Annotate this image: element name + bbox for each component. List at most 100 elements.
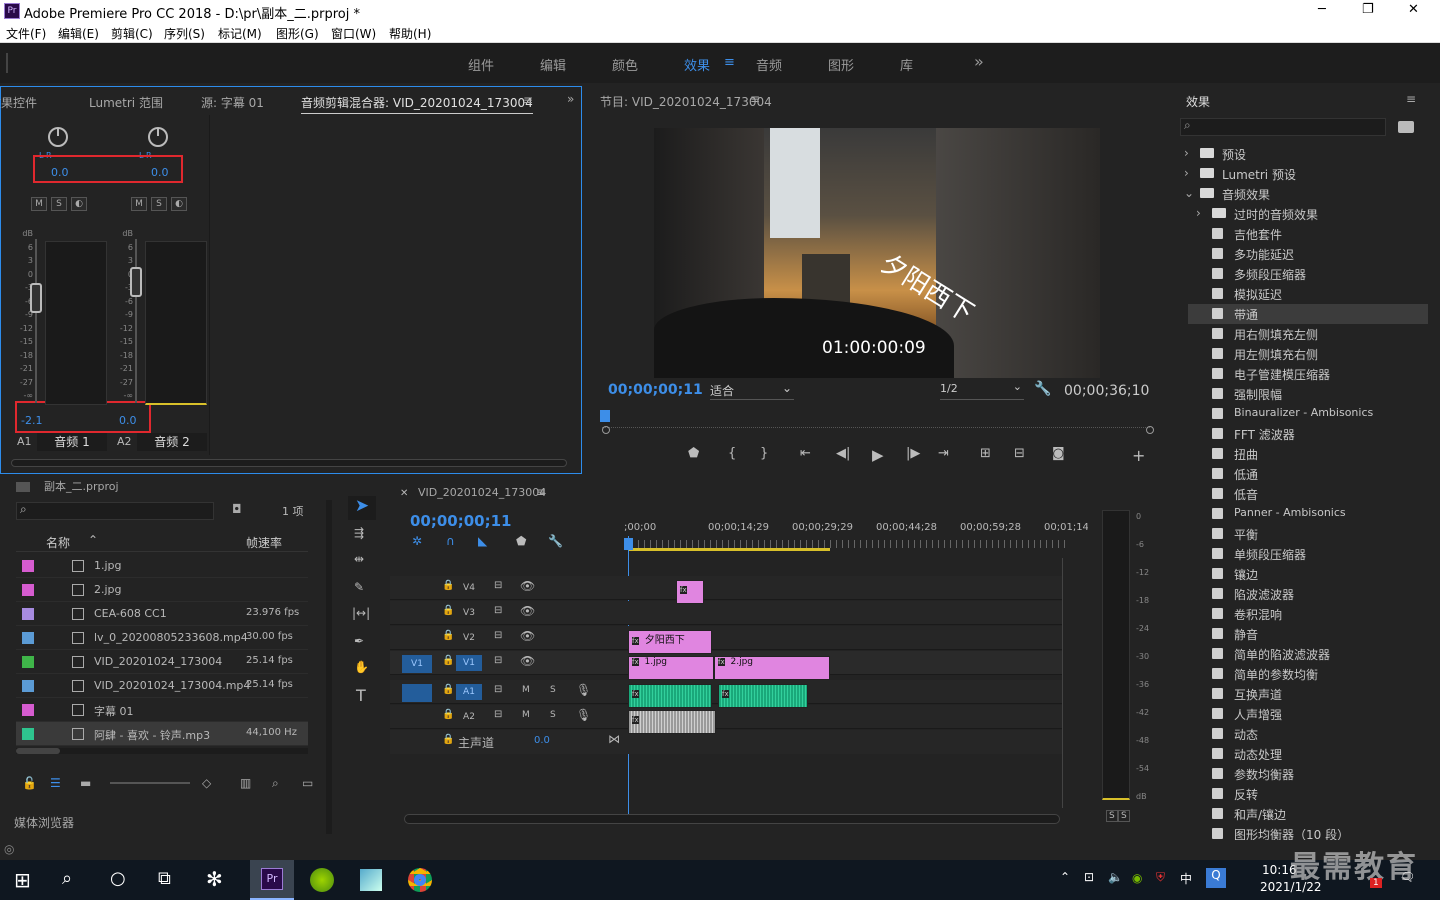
automate-icon[interactable]: ▥	[240, 776, 251, 790]
workspace-tab-effects[interactable]: 效果	[684, 55, 710, 74]
go-to-out-icon[interactable]: ⇥	[938, 446, 949, 461]
list-view-icon[interactable]: ☰	[50, 776, 61, 790]
menu-edit[interactable]: 编辑(E)	[58, 25, 99, 42]
clip-title-v2[interactable]: fx 夕阳西下	[628, 630, 712, 654]
tab-audio-clip-mixer[interactable]: 音频剪辑混合器: VID_20201024_173004	[301, 94, 533, 114]
voiceover-mic-icon[interactable]: 🎙	[576, 708, 591, 722]
tab-source[interactable]: 源: 字幕 01	[201, 94, 264, 111]
effect-item[interactable]: Panner - Ambisonics	[1188, 504, 1428, 524]
solo-button-a1[interactable]: S	[51, 197, 67, 211]
nvidia-icon[interactable]: ◉	[1132, 871, 1142, 885]
project-item[interactable]: 阿肆 - 喜欢 - 铃声.mp3 44,100 Hz	[16, 722, 308, 746]
track-label[interactable]: V3	[456, 605, 482, 621]
horizontal-scrollbar[interactable]	[11, 459, 567, 467]
volume-icon[interactable]: 🔈	[1108, 870, 1123, 884]
solo-right-button[interactable]: S	[1118, 810, 1130, 822]
fit-dropdown[interactable]: 适合 ⌄	[710, 381, 794, 400]
toggle-output-eye-icon[interactable]: 👁	[520, 579, 535, 593]
level-value-a2[interactable]: 0.0	[119, 414, 137, 427]
expand-arrow-icon[interactable]: ⌄	[1184, 186, 1194, 200]
menu-graphics[interactable]: 图形(G)	[276, 25, 319, 42]
ripple-edit-tool-icon[interactable]: ⇹	[354, 552, 364, 566]
go-to-end-icon[interactable]: ⋈	[608, 732, 620, 746]
razor-tool-icon[interactable]: ✎	[354, 580, 364, 594]
effect-item[interactable]: 用右侧填充左侧	[1188, 324, 1428, 344]
effect-item[interactable]: 平衡	[1188, 524, 1428, 544]
hand-tool-icon[interactable]: ✋	[354, 660, 369, 674]
mute-track-button[interactable]: ⊟	[494, 709, 502, 720]
track-lock-icon[interactable]: 🔒	[442, 655, 454, 666]
lock-icon[interactable]: 🔓	[22, 776, 37, 790]
search-icon[interactable]: ⌕	[62, 868, 72, 889]
new-bin-icon[interactable]	[1398, 121, 1414, 133]
label-color-swatch[interactable]	[22, 728, 34, 740]
sort-icons-icon[interactable]: ◇	[202, 776, 211, 790]
mark-in-icon[interactable]: {	[728, 446, 736, 461]
voiceover-mic-icon[interactable]: 🎙	[576, 683, 591, 697]
effect-item[interactable]: 简单的陷波滤波器	[1188, 644, 1428, 664]
add-marker-icon[interactable]: ⬟	[688, 446, 699, 461]
effect-item[interactable]: 多频段压缩器	[1188, 264, 1428, 284]
project-hscroll[interactable]	[16, 748, 308, 754]
volume-fader-a1[interactable]	[30, 283, 42, 313]
melon-app-icon[interactable]	[310, 868, 334, 892]
premiere-taskbar-icon[interactable]: Pr	[250, 860, 294, 900]
lift-icon[interactable]: ⊞	[980, 446, 991, 461]
track-lock-icon[interactable]: 🔒	[442, 605, 454, 616]
solo-button[interactable]: S	[550, 685, 556, 695]
qq-icon[interactable]: Q	[1206, 868, 1226, 888]
record-button-a1[interactable]: ◐	[71, 197, 87, 211]
label-color-swatch[interactable]	[22, 584, 34, 596]
col-name[interactable]: 名称	[46, 534, 70, 551]
pinwheel-app-icon[interactable]: ✻	[206, 867, 223, 891]
project-item[interactable]: 1.jpg	[16, 554, 308, 578]
workspace-tab-graphics[interactable]: 图形	[828, 55, 854, 74]
effect-item[interactable]: 镶边	[1188, 564, 1428, 584]
new-bin-from-search-icon[interactable]: ◘	[232, 502, 242, 516]
workspace-tab-libraries[interactable]: 库	[900, 55, 913, 74]
effect-item[interactable]: FFT 滤波器	[1188, 424, 1428, 444]
solo-button-a2[interactable]: S	[151, 197, 167, 211]
effect-item[interactable]: Binauralizer - Ambisonics	[1188, 404, 1428, 424]
selection-tool-icon[interactable]: ➤	[348, 496, 376, 520]
effect-item[interactable]: › Lumetri 预设	[1184, 164, 1428, 184]
clip-v4[interactable]: fx	[676, 580, 704, 604]
toggle-output-eye-icon[interactable]: 👁	[520, 604, 535, 618]
insert-nest-icon[interactable]: ✲	[412, 534, 422, 548]
track-lock-icon[interactable]: 🔒	[442, 684, 454, 695]
new-bin-icon[interactable]: ▭	[302, 776, 313, 790]
tab-lumetri-scopes[interactable]: Lumetri 范围	[89, 94, 163, 111]
label-color-swatch[interactable]	[22, 608, 34, 620]
security-icon[interactable]: ⛨	[1156, 870, 1165, 885]
effect-item[interactable]: 模拟延迟	[1188, 284, 1428, 304]
maximize-button[interactable]: ❐	[1362, 2, 1374, 17]
mute-button-a1[interactable]: M	[31, 197, 47, 211]
effects-search-input[interactable]: ⌕	[1180, 118, 1386, 136]
effect-item[interactable]: 陷波滤波器	[1188, 584, 1428, 604]
project-item[interactable]: lv_0_20200805233608.mp4 30.00 fps	[16, 626, 308, 650]
label-color-swatch[interactable]	[22, 632, 34, 644]
effect-item[interactable]: 反转	[1188, 784, 1428, 804]
track-label[interactable]: A1	[456, 684, 482, 700]
effect-item[interactable]: › 预设	[1184, 144, 1428, 164]
step-back-icon[interactable]: ◀|	[836, 446, 850, 461]
tray-chevron-icon[interactable]: ⌃	[1060, 870, 1070, 884]
export-frame-icon[interactable]: ◙	[1052, 446, 1065, 461]
workspace-tab-editing[interactable]: 编辑	[540, 55, 566, 74]
toggle-output-eye-icon[interactable]: 👁	[520, 629, 535, 643]
mark-out-icon[interactable]: }	[760, 446, 768, 461]
record-button-a2[interactable]: ◐	[171, 197, 187, 211]
effect-item[interactable]: 动态处理	[1188, 744, 1428, 764]
close-button[interactable]: ✕	[1408, 2, 1419, 17]
program-title[interactable]: 节目: VID_20201024_173004	[600, 93, 772, 110]
project-title[interactable]: 副本_二.prproj	[44, 478, 119, 494]
project-search-input[interactable]: ⌕	[16, 502, 214, 520]
track-label[interactable]: V2	[456, 630, 482, 646]
chrome-icon[interactable]	[408, 868, 432, 892]
clip-audio-a2[interactable]: fx	[628, 710, 716, 734]
sequence-menu-icon[interactable]: ≡	[536, 485, 546, 499]
effect-item[interactable]: 动态	[1188, 724, 1428, 744]
effect-item[interactable]: 卷积混响	[1188, 604, 1428, 624]
menu-marker[interactable]: 标记(M)	[218, 25, 262, 42]
menu-clip[interactable]: 剪辑(C)	[111, 25, 153, 42]
